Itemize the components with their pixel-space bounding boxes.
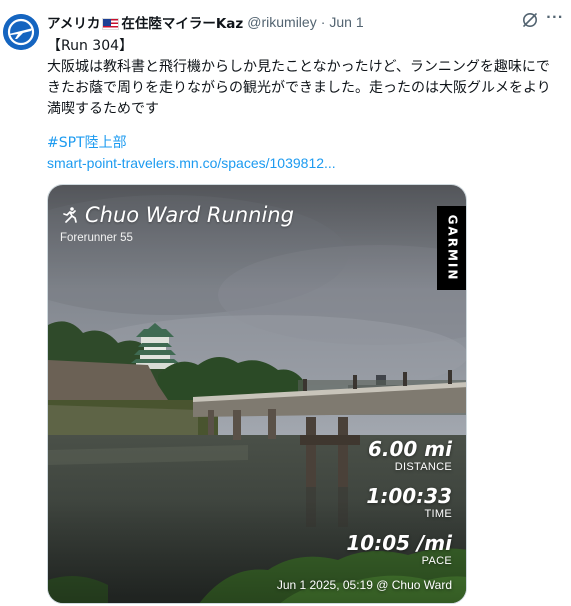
tweet-header: アメリカ 在住陸マイラーKaz @rikumiley · Jun 1 [47,12,364,32]
display-name-part1: アメリカ [47,16,101,32]
activity-title: Chuo Ward Running [61,203,294,227]
us-flag-icon [102,18,120,30]
separator-dot: · [320,14,326,30]
hashtag-link[interactable]: #SPT陸上部 [47,133,127,153]
pace-label: PACE [421,555,452,567]
tweet-text: 【Run 304】 大阪城は教科書と飛行機からしか見たことなかったけど、ランニン… [47,36,562,120]
stat-pace: 10:05 /mi PACE [346,532,452,568]
activity-title-text: Chuo Ward Running [85,203,294,227]
tweet-text-line1: 【Run 304】 [47,38,134,54]
display-name[interactable]: アメリカ 在住陸マイラーKaz [47,12,243,32]
more-icon[interactable]: ··· [545,10,565,29]
device-name: Forerunner 55 [60,232,133,244]
garmin-logo-text: GARMIN [445,214,460,282]
stat-distance: 6.00 mi DISTANCE [368,438,452,474]
media-image[interactable]: Chuo Ward Running Forerunner 55 GARMIN 6… [47,184,467,604]
time-label: TIME [424,508,452,520]
url-link[interactable]: smart-point-travelers.mn.co/spaces/10398… [47,153,336,173]
avatar[interactable] [3,14,39,50]
distance-value: 6.00 mi [367,437,452,461]
distance-label: DISTANCE [394,461,452,473]
time-value: 1:00:33 [366,484,452,508]
user-handle[interactable]: @rikumiley [247,14,316,30]
stat-time: 1:00:33 TIME [366,485,452,521]
pace-value: 10:05 /mi [346,531,452,555]
tweet-date[interactable]: Jun 1 [329,14,363,30]
tweet[interactable]: アメリカ 在住陸マイラーKaz @rikumiley · Jun 1 ··· 【R… [0,0,571,606]
activity-timestamp: Jun 1 2025, 05:19 @ Chuo Ward [276,578,452,592]
tweet-text-body: 大阪城は教科書と飛行機からしか見たことなかったけど、ランニングを趣味にできたお蔭… [47,59,551,117]
running-person-icon [63,207,77,223]
display-name-part2: 在住陸マイラーKaz [121,16,244,32]
grok-icon[interactable] [521,11,539,29]
garmin-logo: GARMIN [437,206,466,290]
